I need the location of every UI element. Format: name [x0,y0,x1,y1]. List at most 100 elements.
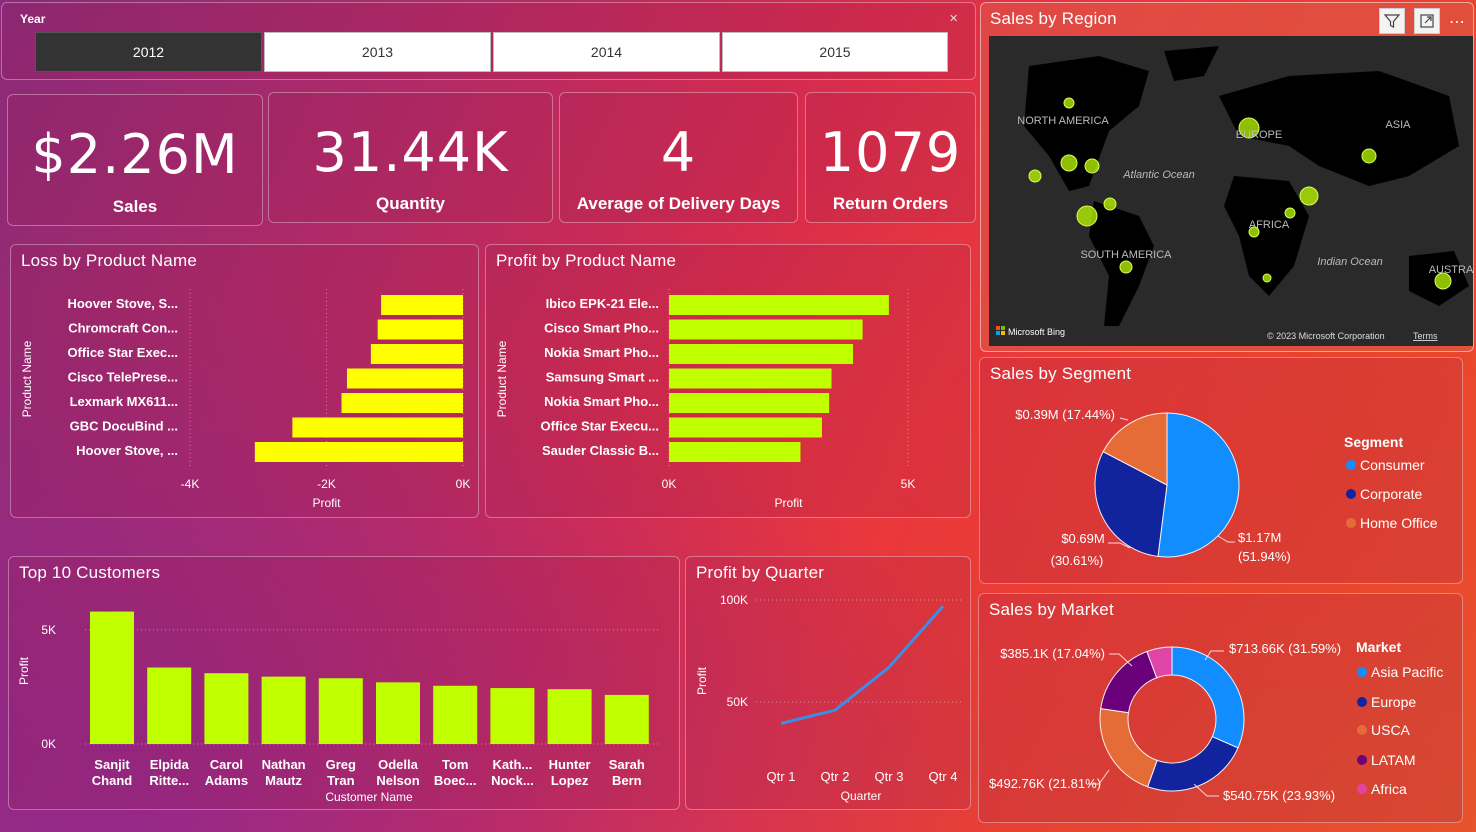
y-tick-label: 5K [41,623,56,637]
legend-item-corporate[interactable]: Corporate [1346,486,1422,502]
eraser-icon[interactable]: ✕ [949,12,958,25]
year-button-2013[interactable]: 2013 [264,32,491,72]
bar[interactable] [292,417,463,438]
y-tick-label: 0K [41,737,56,751]
sales-bubble[interactable] [1262,273,1272,283]
year-slicer: Year ✕ 2012 2013 2014 2015 [1,2,976,80]
x-tick-label: Odella [378,757,419,772]
pie-slice[interactable] [1099,708,1158,788]
bar[interactable] [376,682,420,744]
slicer-title: Year [20,12,46,26]
bar[interactable] [547,689,592,744]
bar[interactable] [370,344,463,364]
bing-logo[interactable] [1001,326,1005,330]
focus-mode-icon[interactable] [1414,8,1440,34]
map-label: Atlantic Ocean [1122,169,1195,181]
data-label: $713.66K (31.59%) [1229,641,1341,656]
x-tick-label: Hunter [549,757,591,772]
bar[interactable] [261,676,306,744]
x-tick-label: -2K [317,477,336,491]
sales-bubble[interactable] [1361,148,1377,164]
bar[interactable] [346,368,463,389]
filter-icon[interactable] [1379,8,1405,34]
bar[interactable] [254,442,463,462]
x-tick-label: Kath... [493,757,533,772]
year-button-2015[interactable]: 2015 [722,32,948,72]
bar[interactable] [147,667,192,744]
sales-bubble[interactable] [1084,158,1100,174]
sales-bubble[interactable] [1028,169,1042,183]
legend-item-africa[interactable]: Africa [1357,781,1407,797]
legend-label: Home Office [1360,515,1438,531]
x-tick-label: Sarah [609,757,645,772]
legend-item-consumer[interactable]: Consumer [1346,457,1425,473]
bar[interactable] [669,344,854,364]
pie-slice[interactable] [1171,646,1245,749]
bar[interactable] [377,319,463,340]
bar[interactable] [318,678,363,744]
bar[interactable] [341,393,463,413]
sales-bubble[interactable] [1119,260,1133,274]
bar[interactable] [90,611,134,744]
loss-by-product-chart: -4K -2K 0K Hoover Stove, S... Chromcraft Con… [20,289,471,510]
y-axis-label: Product Name [495,340,509,417]
profit-by-product-card: Profit by Product Name 0K 5K Ibico EPK-21 … [485,244,971,518]
pie-slice[interactable] [1100,650,1158,714]
x-axis-label: Customer Name [325,790,413,804]
sales-bubble[interactable] [1060,154,1078,172]
x-tick-label: Chand [92,773,133,788]
bing-logo[interactable] [1001,331,1005,335]
sales-bubble[interactable] [1076,205,1098,227]
sales-bubble[interactable] [1063,97,1075,109]
bar[interactable] [669,393,830,413]
data-label: $385.1K (17.04%) [1000,646,1105,661]
legend-item-latam[interactable]: LATAM [1357,752,1416,768]
leader-line [1119,417,1129,421]
legend-dot [1346,489,1356,499]
bing-logo[interactable] [996,331,1000,335]
x-tick-label: 0K [456,477,471,491]
sales-by-segment-chart: $1.17M (51.94%) $0.69M (30.61%) $0.39M (17.4… [1015,407,1290,568]
y-tick-label: Hoover Stove, S... [67,296,178,311]
bar[interactable] [669,295,889,315]
sales-bubble[interactable] [1299,186,1319,206]
legend-item-europe[interactable]: Europe [1357,694,1416,710]
x-tick-label: Mautz [265,773,302,788]
legend-item-home-office[interactable]: Home Office [1346,515,1438,531]
legend-item-usca[interactable]: USCA [1357,722,1410,738]
x-axis-label: Profit [774,496,803,510]
y-tick-label: Chromcraft Con... [68,321,178,336]
bar[interactable] [604,694,649,744]
y-axis-label: Product Name [20,340,34,417]
kpi-sales-value: $2.26M [31,123,239,186]
sales-bubble[interactable] [1103,197,1117,211]
bar[interactable] [669,442,801,462]
line-series[interactable] [780,605,945,725]
leader-line [1217,535,1235,543]
pie-slice[interactable] [1157,412,1240,558]
year-button-2014[interactable]: 2014 [493,32,720,72]
year-button-2012[interactable]: 2012 [35,32,262,72]
bar[interactable] [669,368,832,389]
sales-bubble[interactable] [1284,207,1296,219]
bar[interactable] [490,688,535,744]
x-tick-label: Boec... [434,773,477,788]
world-map[interactable]: NORTH AMERICA Atlantic Ocean EUROPE ASIA AFR… [989,36,1473,346]
legend-dot [1357,725,1367,735]
map-label: EUROPE [1236,129,1282,141]
data-label: $540.75K (23.93%) [1223,788,1335,803]
more-options-icon[interactable]: ⋯ [1444,8,1470,34]
x-tick-label: Carol [210,757,243,772]
legend-item-asia-pacific[interactable]: Asia Pacific [1357,664,1443,680]
segment-legend-title: Segment [1344,434,1404,450]
y-tick-label: Cisco Smart Pho... [544,321,659,336]
bar[interactable] [669,319,863,340]
x-axis-label: Quarter [841,789,882,803]
pie-slice[interactable] [1146,736,1239,792]
bar[interactable] [204,673,249,744]
bing-logo[interactable] [996,326,1000,330]
bar[interactable] [433,685,478,744]
legend-label: Europe [1371,694,1417,710]
bar[interactable] [381,295,463,315]
bar[interactable] [669,417,822,438]
